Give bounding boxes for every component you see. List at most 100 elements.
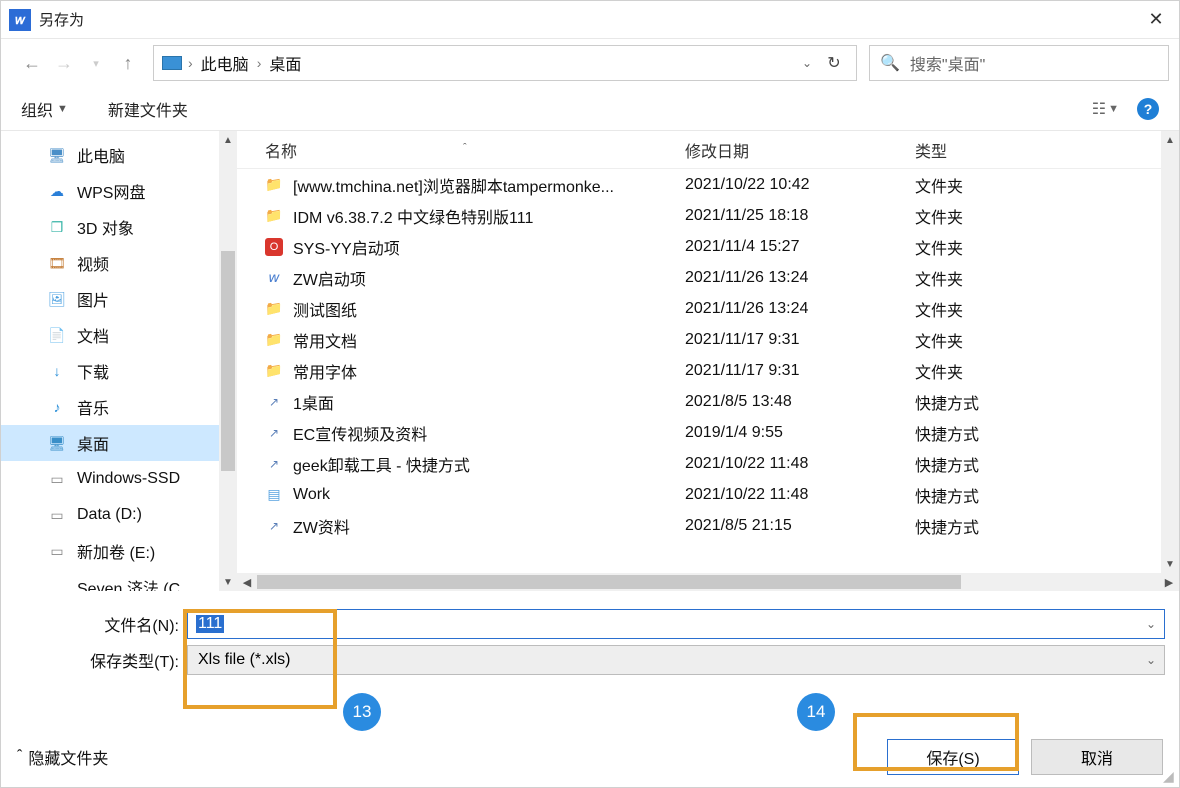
file-date: 2021/11/25 18:18	[685, 207, 915, 225]
file-row[interactable]: OSYS-YY启动项2021/11/4 15:27文件夹	[237, 231, 1179, 262]
sidebar-item-5[interactable]: 📄文档	[1, 317, 237, 353]
sidebar-item-label: 音乐	[77, 395, 109, 419]
new-folder-button[interactable]: 新建文件夹	[108, 97, 188, 121]
sidebar-item-7[interactable]: ♪ 音乐	[1, 389, 237, 425]
file-row[interactable]: ▤Work2021/10/22 11:48快捷方式	[237, 479, 1179, 510]
save-button[interactable]: 保存(S)	[887, 739, 1019, 775]
folder-icon: 📁	[265, 362, 283, 380]
file-row[interactable]: 📁测试图纸2021/11/26 13:24文件夹	[237, 293, 1179, 324]
sidebar-item-label: 桌面	[77, 431, 109, 455]
crumb-pc[interactable]: 此电脑	[195, 51, 255, 75]
col-type[interactable]: 类型	[915, 138, 1179, 162]
file-row[interactable]: 📁 IDM v6.38.7.2 中文绿色特别版111 2021/11/25 18:1…	[237, 200, 1179, 231]
sidebar-item-12[interactable]: Seven 济法 (C	[1, 569, 237, 591]
cube-icon: ❒	[47, 218, 67, 236]
sidebar-item-3[interactable]: 🎞视频	[1, 245, 237, 281]
sidebar-item-label: 图片	[77, 287, 109, 311]
file-row[interactable]: ↗1桌面2021/8/5 13:48快捷方式	[237, 386, 1179, 417]
desktop-icon: 🖥	[47, 434, 67, 452]
breadcrumb[interactable]: › 此电脑 › 桌面 ⌄ ↻	[153, 45, 857, 81]
file-type: 文件夹	[915, 328, 1179, 352]
up-button[interactable]: ↑	[115, 50, 141, 76]
scroll-down-icon[interactable]: ▼	[219, 573, 237, 591]
sidebar-item-10[interactable]: ▭Data (D:)	[1, 497, 237, 533]
scroll-up-icon[interactable]: ▲	[219, 131, 237, 149]
file-row[interactable]: ↗ZW资料2021/8/5 21:15快捷方式	[237, 510, 1179, 541]
sidebar-item-4[interactable]: 🖼图片	[1, 281, 237, 317]
filename-input[interactable]: 111 ⌄	[187, 609, 1165, 639]
view-button[interactable]: ☷ ▼	[1092, 99, 1119, 119]
file-type: 快捷方式	[915, 452, 1179, 476]
sidebar-item-2[interactable]: ❒ 3D 对象	[1, 209, 237, 245]
sidebar-item-9[interactable]: ▭ Windows-SSD	[1, 461, 237, 497]
sidebar-item-label: 3D 对象	[77, 215, 134, 239]
file-scrollbar[interactable]: ▲ ▼	[1161, 131, 1179, 573]
hscroll-thumb[interactable]	[257, 575, 961, 589]
music-icon: ♪	[47, 398, 67, 416]
cancel-button[interactable]: 取消	[1031, 739, 1163, 775]
crumb-desktop[interactable]: 桌面	[263, 51, 307, 75]
file-name: IDM v6.38.7.2 中文绿色特别版111	[293, 204, 533, 228]
resize-grip-icon[interactable]: ◢	[1163, 771, 1177, 785]
recent-dropdown[interactable]: ▾	[83, 50, 109, 76]
forward-button[interactable]: →	[51, 50, 77, 76]
app-icon: O	[265, 238, 283, 256]
sidebar-item-label: Windows-SSD	[77, 470, 180, 488]
filename-value: 111	[196, 615, 224, 633]
scroll-down-icon[interactable]: ▼	[1161, 555, 1179, 573]
list-icon: ☷	[1092, 99, 1104, 119]
cloud-icon: ☁	[47, 182, 67, 200]
file-date: 2021/8/5 21:15	[685, 517, 915, 535]
sidebar-item-0[interactable]: 🖥此电脑	[1, 137, 237, 173]
refresh-button[interactable]: ↻	[820, 53, 848, 73]
scroll-left-icon[interactable]: ◀	[237, 576, 257, 589]
content-area: 🖥此电脑 ☁ WPS网盘 ❒ 3D 对象 🎞视频🖼图片📄文档↓下载 ♪ 音乐 🖥 桌面 ▭ Windo…	[1, 131, 1179, 591]
chevron-right-icon: ›	[186, 55, 195, 71]
file-name: ZW资料	[293, 514, 350, 538]
sidebar-item-label: WPS网盘	[77, 179, 145, 203]
drive-icon: ▭	[47, 470, 67, 488]
scroll-right-icon[interactable]: ▶	[1159, 576, 1179, 589]
sidebar-item-6[interactable]: ↓下载	[1, 353, 237, 389]
sidebar-item-11[interactable]: ▭新加卷 (E:)	[1, 533, 237, 569]
help-button[interactable]: ?	[1137, 98, 1159, 120]
file-row[interactable]: 📁常用字体2021/11/17 9:31文件夹	[237, 355, 1179, 386]
type-select[interactable]: Xls file (*.xls) ⌄	[187, 645, 1165, 675]
file-row[interactable]: ↗geek卸载工具 - 快捷方式2021/10/22 11:48快捷方式	[237, 448, 1179, 479]
scroll-thumb[interactable]	[221, 251, 235, 471]
sidebar-item-1[interactable]: ☁ WPS网盘	[1, 173, 237, 209]
hide-folders-toggle[interactable]: ˆ 隐藏文件夹	[17, 745, 108, 769]
sidebar-item-8[interactable]: 🖥 桌面	[1, 425, 237, 461]
file-date: 2021/11/26 13:24	[685, 300, 915, 318]
chevron-down-icon: ▼	[57, 103, 68, 115]
file-type: 文件夹	[915, 266, 1179, 290]
col-name[interactable]: 名称 ˆ	[265, 138, 685, 162]
type-value: Xls file (*.xls)	[198, 651, 290, 669]
folder-icon: 📁	[265, 207, 283, 225]
col-date[interactable]: 修改日期	[685, 138, 915, 162]
column-header: 名称 ˆ 修改日期 类型	[237, 131, 1179, 169]
file-name: 常用字体	[293, 359, 357, 383]
scroll-up-icon[interactable]: ▲	[1161, 131, 1179, 149]
file-row[interactable]: 📁常用文档2021/11/17 9:31文件夹	[237, 324, 1179, 355]
file-type: 快捷方式	[915, 390, 1179, 414]
chevron-down-icon[interactable]: ⌄	[794, 56, 820, 70]
pc-icon: 🖥	[47, 146, 67, 164]
chevron-down-icon[interactable]: ⌄	[1146, 617, 1156, 631]
document-icon: 📄	[47, 326, 67, 344]
file-hscrollbar[interactable]: ◀ ▶	[237, 573, 1179, 591]
close-button[interactable]: ✕	[1141, 5, 1171, 35]
chevron-down-icon[interactable]: ⌄	[1146, 653, 1156, 667]
back-button[interactable]: ←	[19, 50, 45, 76]
file-name: ZW启动项	[293, 266, 366, 290]
file-row[interactable]: ↗EC宣传视频及资料2019/1/4 9:55快捷方式	[237, 417, 1179, 448]
search-input[interactable]: 🔍 搜索"桌面"	[869, 45, 1169, 81]
sidebar-scrollbar[interactable]: ▲ ▼	[219, 131, 237, 591]
file-name: geek卸载工具 - 快捷方式	[293, 452, 470, 476]
toolbar: 组织 ▼ 新建文件夹 ☷ ▼ ?	[1, 87, 1179, 131]
file-name: EC宣传视频及资料	[293, 421, 427, 445]
sidebar: 🖥此电脑 ☁ WPS网盘 ❒ 3D 对象 🎞视频🖼图片📄文档↓下载 ♪ 音乐 🖥 桌面 ▭ Windo…	[1, 131, 237, 591]
file-row[interactable]: 📁[www.tmchina.net]浏览器脚本tampermonke...202…	[237, 169, 1179, 200]
file-row[interactable]: 𝘸ZW启动项2021/11/26 13:24文件夹	[237, 262, 1179, 293]
organize-button[interactable]: 组织 ▼	[21, 97, 68, 121]
